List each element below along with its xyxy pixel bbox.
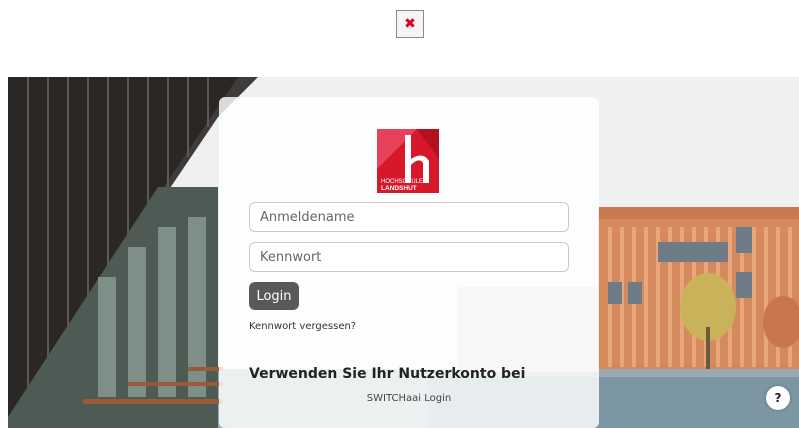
logo-text-landshut: LANDSHUT <box>381 185 417 192</box>
login-page: ✖ HOCHSCHULE LANDSHUT Anmeldename Login … <box>0 0 799 428</box>
broken-image-icon: ✖ <box>396 10 424 38</box>
forgot-password-link[interactable]: Kennwort vergessen? <box>249 321 356 332</box>
help-button[interactable]: ? <box>766 386 790 410</box>
hochschule-landshut-logo: HOCHSCHULE LANDSHUT <box>377 129 439 193</box>
password-input[interactable] <box>249 242 569 272</box>
username-input[interactable] <box>249 202 569 232</box>
login-button[interactable]: Login <box>249 282 299 310</box>
broken-image-glyph: ✖ <box>404 16 416 32</box>
alternative-login-heading: Verwenden Sie Ihr Nutzerkonto bei <box>249 366 526 382</box>
switchaai-login-link[interactable]: SWITCHaai Login <box>219 393 599 404</box>
